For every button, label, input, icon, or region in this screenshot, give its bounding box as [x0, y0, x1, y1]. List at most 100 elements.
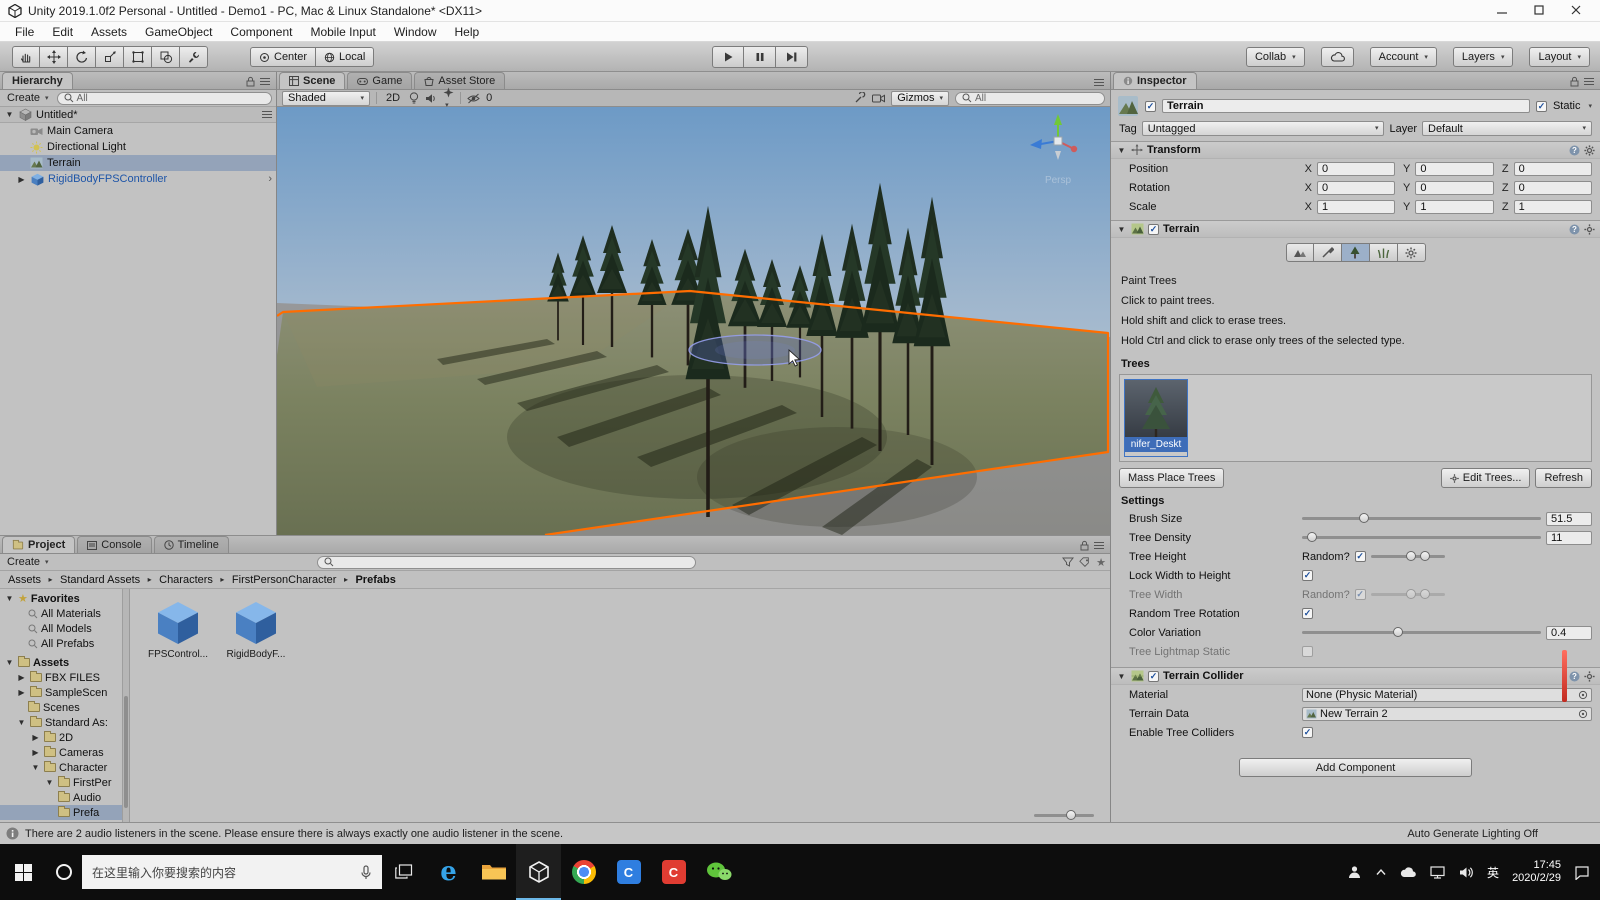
hierarchy-search-input[interactable]: All	[56, 91, 272, 105]
hierarchy-create-button[interactable]: Create ▾	[4, 92, 52, 104]
gear-icon[interactable]	[1584, 144, 1595, 156]
active-checkbox[interactable]: ✓	[1145, 100, 1156, 112]
scale-z-field[interactable]: 1	[1513, 199, 1592, 214]
menu-gameobject[interactable]: GameObject	[136, 24, 221, 40]
scene-visibility-toggle[interactable]	[467, 93, 480, 104]
rotation-x-field[interactable]: 0	[1317, 180, 1396, 195]
folder-row-scenes[interactable]: Scenes	[0, 700, 129, 715]
gear-icon[interactable]	[1584, 223, 1595, 235]
help-icon[interactable]: ?	[1569, 671, 1580, 682]
taskbar-clock[interactable]: 17:45 2020/2/29	[1512, 859, 1561, 885]
breadcrumb-standard-assets[interactable]: Standard Assets	[60, 574, 140, 586]
audio-toggle-button[interactable]	[425, 93, 437, 104]
breadcrumb-assets[interactable]: Assets	[8, 574, 41, 586]
foldout-icon[interactable]: ▼	[1116, 146, 1127, 155]
tab-scene[interactable]: Scene	[279, 72, 346, 89]
layers-button[interactable]: Layers ▾	[1452, 47, 1514, 67]
panel-menu-icon[interactable]	[1584, 77, 1594, 86]
foldout-icon[interactable]: ▼	[1116, 225, 1127, 234]
enable-tree-colliders-checkbox[interactable]: ✓	[1302, 727, 1313, 738]
menu-mobile-input[interactable]: Mobile Input	[301, 24, 384, 40]
prefab-open-arrow-icon[interactable]: ›	[268, 173, 272, 185]
foldout-icon[interactable]: ▶	[16, 688, 27, 697]
hierarchy-item-main-camera[interactable]: Main Camera	[0, 123, 276, 139]
tab-project[interactable]: Project	[2, 536, 76, 553]
play-button[interactable]	[712, 46, 744, 68]
folder-row-all-prefabs[interactable]: All Prefabs	[0, 636, 129, 651]
menu-assets[interactable]: Assets	[82, 24, 136, 40]
cloud-button[interactable]	[1320, 47, 1354, 67]
taskbar-app-file-explorer[interactable]	[471, 844, 516, 900]
layout-button[interactable]: Layout ▾	[1529, 47, 1590, 67]
foldout-icon[interactable]: ▼	[4, 658, 15, 667]
editor-tools-icon[interactable]	[854, 92, 866, 104]
volume-icon[interactable]	[1459, 866, 1474, 879]
folder-row-samplescenes[interactable]: ▶ SampleScen	[0, 685, 129, 700]
maximize-button[interactable]	[1534, 5, 1545, 16]
lock-icon[interactable]	[1080, 540, 1089, 551]
tab-timeline[interactable]: Timeline	[153, 536, 229, 553]
hierarchy-item-directional-light[interactable]: Directional Light	[0, 139, 276, 155]
help-icon[interactable]: ?	[1569, 224, 1580, 235]
rotate-tool-button[interactable]	[68, 46, 96, 68]
asset-item-rigidbodyfps[interactable]: RigidBodyF...	[224, 599, 288, 660]
scale-x-field[interactable]: 1	[1317, 199, 1396, 214]
taskbar-app-unity[interactable]	[516, 844, 561, 900]
step-button[interactable]	[776, 46, 808, 68]
terrain-collider-header[interactable]: ▼ ✓ Terrain Collider ?	[1111, 667, 1600, 685]
menu-file[interactable]: File	[6, 24, 43, 40]
account-button[interactable]: Account ▾	[1369, 47, 1437, 67]
lighting-toggle-button[interactable]	[409, 91, 419, 105]
position-z-field[interactable]: 0	[1513, 161, 1592, 176]
rotation-y-field[interactable]: 0	[1415, 180, 1494, 195]
color-variation-slider[interactable]	[1302, 627, 1541, 637]
taskbar-app-code-blue[interactable]: C	[606, 844, 651, 900]
tree-density-slider[interactable]	[1302, 532, 1541, 542]
foldout-icon[interactable]: ▼	[30, 763, 41, 772]
start-button[interactable]	[0, 844, 46, 900]
foldout-icon[interactable]: ▶	[16, 175, 27, 184]
custom-tool-button[interactable]	[180, 46, 208, 68]
breadcrumb-firstpersoncharacter[interactable]: FirstPersonCharacter	[232, 574, 337, 586]
ime-indicator[interactable]: 英	[1487, 864, 1499, 881]
position-y-field[interactable]: 0	[1415, 161, 1494, 176]
foldout-icon[interactable]: ▼	[44, 778, 55, 787]
tab-console[interactable]: Console	[77, 536, 152, 553]
collider-enabled-checkbox[interactable]: ✓	[1148, 670, 1159, 682]
pause-button[interactable]	[744, 46, 776, 68]
rotation-z-field[interactable]: 0	[1513, 180, 1592, 195]
foldout-icon[interactable]: ▶	[30, 748, 41, 757]
hierarchy-item-terrain[interactable]: Terrain	[0, 155, 276, 171]
folder-row-favorites[interactable]: ▼ ★ Favorites	[0, 591, 129, 606]
folder-row-assets[interactable]: ▼ Assets	[0, 655, 129, 670]
folder-row-character[interactable]: ▼ Character	[0, 760, 129, 775]
random-rotation-checkbox[interactable]: ✓	[1302, 608, 1313, 619]
shading-mode-dropdown[interactable]: Shaded ▾	[282, 90, 370, 106]
scene-search-input[interactable]: All	[955, 91, 1105, 105]
lock-icon[interactable]	[246, 76, 255, 87]
project-search-input[interactable]	[316, 555, 697, 569]
taskbar-app-wechat[interactable]	[696, 844, 741, 900]
terrain-settings-tool-button[interactable]	[1397, 243, 1426, 262]
taskbar-search-input[interactable]: 在这里输入你要搜索的内容	[82, 855, 382, 889]
asset-item-fpscontroller[interactable]: FPSControl...	[146, 599, 210, 660]
scene-root-row[interactable]: ▼ Untitled*	[0, 107, 276, 123]
help-icon[interactable]: ?	[1569, 145, 1580, 156]
foldout-icon[interactable]: ▼	[4, 594, 15, 603]
mic-icon[interactable]	[360, 864, 372, 880]
chevron-down-icon[interactable]: ▾	[1588, 103, 1592, 110]
space-toggle-button[interactable]: Local	[316, 47, 375, 67]
network-icon[interactable]	[1430, 865, 1446, 879]
hand-tool-button[interactable]	[12, 46, 40, 68]
saved-search-star-icon[interactable]: ★	[1096, 556, 1106, 569]
breadcrumb-prefabs[interactable]: Prefabs	[355, 574, 395, 586]
static-checkbox[interactable]: ✓	[1535, 100, 1547, 112]
project-create-button[interactable]: Create ▾	[4, 556, 52, 568]
terrain-raise-tool-button[interactable]	[1285, 243, 1314, 262]
brush-size-slider[interactable]	[1302, 513, 1541, 523]
layer-dropdown[interactable]: Default ▾	[1422, 121, 1592, 136]
status-bar[interactable]: There are 2 audio listeners in the scene…	[0, 822, 1600, 844]
edit-trees-button[interactable]: Edit Trees...	[1440, 468, 1531, 488]
folder-row-all-models[interactable]: All Models	[0, 621, 129, 636]
scene-viewport[interactable]: Persp	[277, 107, 1110, 535]
